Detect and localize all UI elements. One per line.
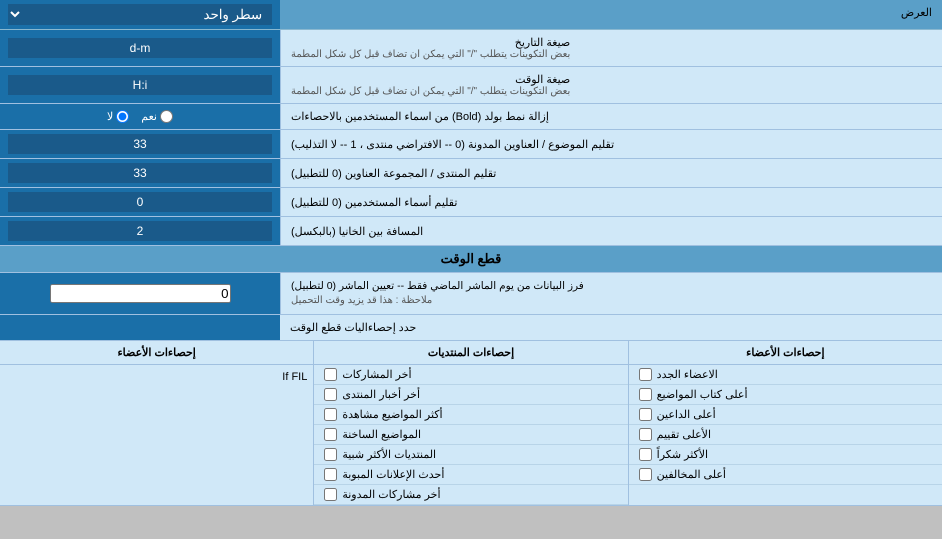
bold-remove-row: إزالة نمط بولد (Bold) من اسماء المستخدمي… [0,104,942,130]
stats-col2-check-6[interactable] [324,488,337,501]
list-item: الأعلى تقييم [629,425,942,445]
time-cut-row: فرز البيانات من يوم الماشر الماضي فقط --… [0,273,942,315]
stats-col1-check-0[interactable] [639,368,652,381]
stats-col1-check-2[interactable] [639,408,652,421]
time-format-input[interactable] [8,75,272,95]
stats-col1-check-5[interactable] [639,468,652,481]
stats-col1-check-3[interactable] [639,428,652,441]
list-item: الأكثر شكراً [629,445,942,465]
username-trim-input-container [0,188,280,216]
column-gap-label: المسافة بين الخانيا (بالبكسل) [280,217,942,245]
stats-col1-check-4[interactable] [639,448,652,461]
list-item: المنتديات الأكثر شبية [314,445,627,465]
list-item: أعلى كتاب المواضيع [629,385,942,405]
stats-define-spacer [0,315,280,340]
time-cut-header: قطع الوقت [0,246,942,273]
date-format-row: صيغة التاريخ بعض التكوينات يتطلب "/" الت… [0,30,942,67]
stats-body: الاعضاء الجدد أعلى كتاب المواضيع أعلى ال… [0,365,942,505]
stats-col2-check-3[interactable] [324,428,337,441]
list-item: أخر أخبار المنتدى [314,385,627,405]
bold-yes-radio[interactable] [160,110,173,123]
username-trim-input[interactable] [8,192,272,212]
stats-col3: If FIL [0,365,313,505]
stats-col2-header: إحصاءات المنتديات [313,341,627,364]
topics-order-input-container [0,130,280,158]
stats-col2: أخر المشاركات أخر أخبار المنتدى أكثر الم… [313,365,627,505]
stats-col1: الاعضاء الجدد أعلى كتاب المواضيع أعلى ال… [628,365,942,505]
list-item: المواضيع الساخنة [314,425,627,445]
stats-col2-check-5[interactable] [324,468,337,481]
list-item: أخر مشاركات المدونة [314,485,627,505]
bold-remove-options: نعم لا [0,104,280,129]
stats-col3-header: إحصاءات الأعضاء [0,341,313,364]
date-format-input-container [0,30,280,66]
list-item: الاعضاء الجدد [629,365,942,385]
display-header-row: العرض سطر واحد سطرين ثلاثة أسطر [0,0,942,30]
time-cut-label: فرز البيانات من يوم الماشر الماضي فقط --… [280,273,942,314]
time-format-input-container [0,67,280,103]
stats-define-row: حدد إحصاءاليات قطع الوقت [0,315,942,341]
forum-trim-label: تقليم المنتدى / المجموعة العناوين (0 للت… [280,159,942,187]
forum-trim-input-container [0,159,280,187]
bold-no-radio[interactable] [116,110,129,123]
stats-col3-content: If FIL [0,365,313,389]
display-label: العرض [280,0,942,29]
topics-order-row: تقليم الموضوع / العناوين المدونة (0 -- ا… [0,130,942,159]
forum-trim-row: تقليم المنتدى / المجموعة العناوين (0 للت… [0,159,942,188]
username-trim-label: تقليم أسماء المستخدمين (0 للتطبيل) [280,188,942,216]
column-gap-input[interactable] [8,221,272,241]
stats-col2-check-1[interactable] [324,388,337,401]
list-item: أكثر المواضيع مشاهدة [314,405,627,425]
date-format-label: صيغة التاريخ بعض التكوينات يتطلب "/" الت… [280,30,942,66]
stats-define-label: حدد إحصاءاليات قطع الوقت [280,315,942,340]
display-dropdown[interactable]: سطر واحد سطرين ثلاثة أسطر [8,4,272,25]
topics-order-input[interactable] [8,134,272,154]
list-item: أخر المشاركات [314,365,627,385]
stats-header-row: إحصاءات الأعضاء إحصاءات المنتديات إحصاءا… [0,341,942,365]
display-select-container: سطر واحد سطرين ثلاثة أسطر [0,0,280,29]
stats-col1-check-1[interactable] [639,388,652,401]
stats-col1-header: إحصاءات الأعضاء [628,341,942,364]
stats-col2-check-2[interactable] [324,408,337,421]
topics-order-label: تقليم الموضوع / العناوين المدونة (0 -- ا… [280,130,942,158]
bold-remove-label: إزالة نمط بولد (Bold) من اسماء المستخدمي… [280,104,942,129]
time-cut-input-container [0,273,280,314]
time-cut-input[interactable] [50,284,231,303]
forum-trim-input[interactable] [8,163,272,183]
bold-no-label[interactable]: لا [107,110,129,123]
list-item: أعلى المخالفين [629,465,942,485]
date-format-input[interactable] [8,38,272,58]
time-format-row: صيغة الوقت بعض التكوينات يتطلب "/" التي … [0,67,942,104]
stats-col2-check-0[interactable] [324,368,337,381]
column-gap-row: المسافة بين الخانيا (بالبكسل) [0,217,942,246]
list-item: أعلى الداعين [629,405,942,425]
stats-section: إحصاءات الأعضاء إحصاءات المنتديات إحصاءا… [0,341,942,506]
username-trim-row: تقليم أسماء المستخدمين (0 للتطبيل) [0,188,942,217]
column-gap-input-container [0,217,280,245]
bold-yes-label[interactable]: نعم [141,110,173,123]
stats-col2-check-4[interactable] [324,448,337,461]
list-item: أحدث الإعلانات المبوبة [314,465,627,485]
time-format-label: صيغة الوقت بعض التكوينات يتطلب "/" التي … [280,67,942,103]
